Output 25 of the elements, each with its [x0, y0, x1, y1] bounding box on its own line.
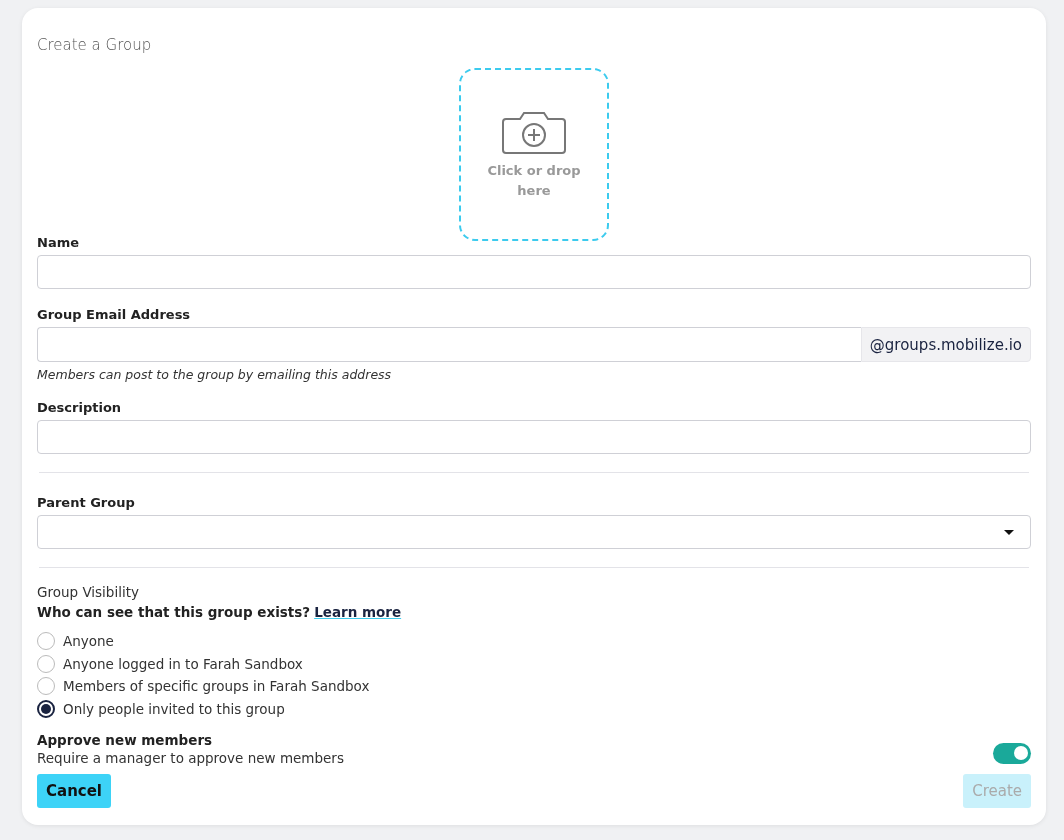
upload-hint: Click or drop here	[486, 161, 582, 200]
dialog-title: Create a Group	[37, 36, 153, 54]
email-domain-suffix: @groups.mobilize.io	[860, 327, 1031, 362]
field-label: Description	[37, 400, 123, 415]
section-heading: Group Visibility	[37, 584, 140, 600]
field-label: Group Email Address	[37, 307, 192, 322]
radio-label: Members of specific groups in Farah Sandbox	[63, 678, 370, 695]
field-label: Name	[37, 235, 80, 250]
setting-title: Approve new members	[37, 732, 214, 748]
description-input[interactable]	[37, 420, 1031, 454]
radio-label: Anyone	[63, 633, 114, 650]
visibility-question: Who can see that this group exists?	[37, 604, 311, 620]
learn-more-link[interactable]: Learn more	[314, 604, 402, 620]
caret-icon	[1004, 529, 1014, 535]
field-label: Parent Group	[37, 495, 136, 510]
email-input[interactable]	[37, 327, 861, 362]
parent-group-select[interactable]	[37, 515, 1031, 549]
radio-label: Anyone logged in to Farah Sandbox	[63, 655, 303, 672]
cancel-button[interactable]: Cancel	[37, 774, 111, 808]
setting-description: Require a manager to approve new members	[37, 750, 344, 766]
name-input[interactable]	[37, 255, 1031, 289]
radio-label: Only people invited to this group	[63, 700, 285, 717]
toggle-switch[interactable]	[993, 742, 1031, 764]
field-hint: Members can post to the group by emailing this address	[37, 367, 393, 382]
radio-button[interactable]	[37, 699, 55, 718]
